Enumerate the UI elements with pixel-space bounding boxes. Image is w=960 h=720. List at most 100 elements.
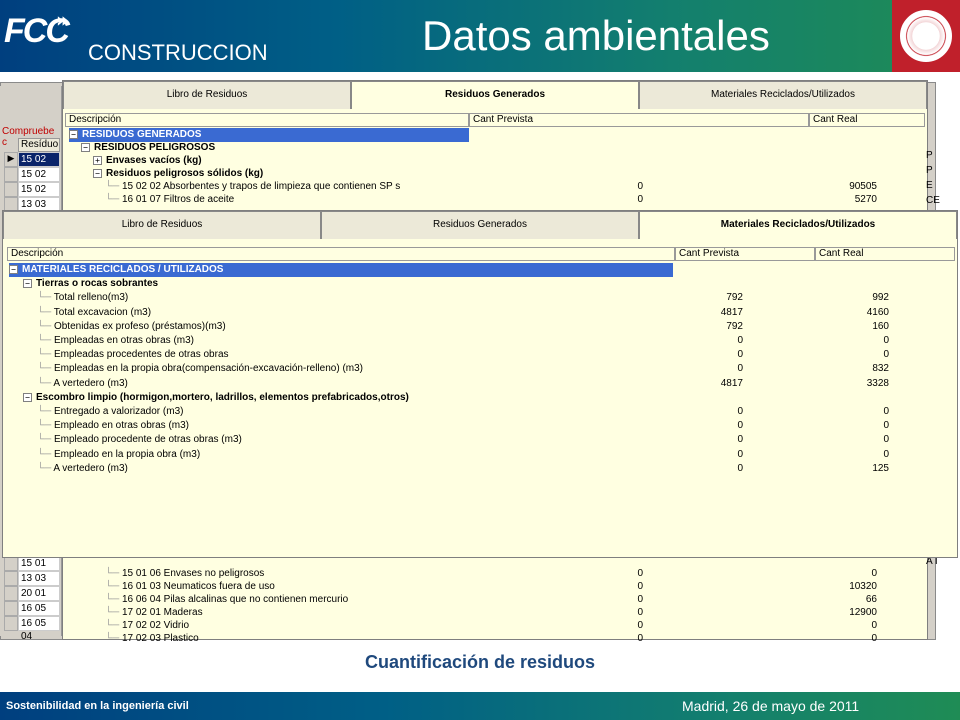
cant-prevista-value: 0 bbox=[737, 448, 743, 460]
tree-leaf-row[interactable]: └─ A vertedero (m3) bbox=[37, 462, 128, 476]
slide-caption: Cuantificación de residuos bbox=[364, 652, 596, 672]
row-header-cell[interactable] bbox=[4, 586, 18, 601]
residuo-code-cell[interactable]: 16 05 04 bbox=[18, 601, 60, 627]
residuo-code-cell[interactable]: 20 01 21 bbox=[18, 586, 60, 612]
column-header-cant-prevista[interactable]: Cant Prevista bbox=[469, 113, 809, 127]
seal-badge bbox=[892, 0, 960, 72]
tree-leaf-row[interactable]: └─ Entregado a valorizador (m3) bbox=[37, 405, 183, 419]
tree-connector-icon: └─ bbox=[37, 406, 54, 417]
cant-real-value: 0 bbox=[883, 406, 889, 417]
tab-libro-de-residuos[interactable]: Libro de Residuos bbox=[3, 211, 321, 239]
tab-residuos-generados[interactable]: Residuos Generados bbox=[321, 211, 639, 239]
cant-prevista-value: 0 bbox=[637, 194, 643, 205]
tree-connector-icon: └─ bbox=[37, 420, 54, 432]
collapse-toggle-icon[interactable]: − bbox=[9, 264, 18, 274]
tree-connector-icon: └─ bbox=[37, 320, 54, 332]
background-right-letter: E bbox=[926, 180, 933, 191]
tree-leaf-row[interactable]: └─ Empleado en otras obras (m3) bbox=[37, 419, 189, 433]
tree-connector-icon: └─ bbox=[37, 363, 54, 375]
tab-libro-de-residuos[interactable]: Libro de Residuos bbox=[63, 81, 351, 109]
residuo-code-cell[interactable]: 15 01 10 bbox=[18, 556, 60, 582]
cant-prevista-value: 0 bbox=[637, 581, 643, 592]
tree-group-node[interactable]: − Residuos peligrosos sólidos (kg) bbox=[93, 167, 263, 181]
tree-leaf-row[interactable]: └─ 17 02 03 Plastico bbox=[105, 632, 199, 646]
row-header-cell[interactable] bbox=[4, 182, 18, 197]
tree-leaf-row[interactable]: └─ 17 02 02 Vidrio bbox=[105, 619, 189, 633]
tree-leaf-row[interactable]: └─ Empleadas en la propia obra(compensac… bbox=[37, 362, 363, 376]
tree-node-label: Empleadas en otras obras (m3) bbox=[53, 335, 195, 346]
cant-prevista-value: 0 bbox=[737, 363, 743, 375]
row-header-cell[interactable] bbox=[4, 571, 18, 586]
column-header-cant-real[interactable]: Cant Real bbox=[809, 113, 925, 127]
cant-real-value: 0 bbox=[883, 349, 889, 361]
tree-root-node[interactable]: − MATERIALES RECICLADOS / UTILIZADOS bbox=[9, 263, 673, 277]
residuo-code-cell[interactable]: 15 02 02 bbox=[18, 167, 60, 193]
tree-node-label: Empleado en otras obras (m3) bbox=[53, 420, 190, 432]
collapse-toggle-icon[interactable]: − bbox=[23, 392, 32, 402]
background-column-header[interactable]: Resíduo bbox=[18, 138, 60, 152]
row-header-cell[interactable]: ▶ bbox=[4, 152, 18, 167]
tree-group-node[interactable]: − RESIDUOS PELIGROSOS bbox=[81, 141, 215, 155]
tree-leaf-row[interactable]: └─ 15 01 06 Envases no peligrosos bbox=[105, 567, 264, 581]
tree-connector-icon: └─ bbox=[105, 194, 122, 205]
cant-real-value: 992 bbox=[872, 292, 889, 304]
collapse-toggle-icon[interactable]: − bbox=[69, 129, 78, 139]
tab-residuos-generados[interactable]: Residuos Generados bbox=[351, 81, 639, 109]
tree-group-node[interactable]: − Tierras o rocas sobrantes bbox=[23, 277, 158, 291]
tree-leaf-row[interactable]: └─ Empleado procedente de otras obras (m… bbox=[37, 433, 242, 447]
tree-leaf-row[interactable]: └─ Empleado en la propia obra (m3) bbox=[37, 448, 200, 462]
residuo-code-cell[interactable]: 16 05 04 bbox=[18, 616, 60, 642]
tree-group-node[interactable]: + Envases vacíos (kg) bbox=[93, 154, 202, 168]
tree-connector-icon: └─ bbox=[37, 377, 54, 389]
tree-node-label: 16 01 07 Filtros de aceite bbox=[121, 194, 235, 205]
background-right-edge: P P E CE bbox=[926, 150, 940, 210]
slide-footer: Sostenibilidad en la ingeniería civil Ma… bbox=[0, 692, 960, 720]
tree-connector-icon: └─ bbox=[37, 448, 54, 460]
tree-connector-icon: └─ bbox=[105, 594, 122, 605]
expand-toggle-icon[interactable]: + bbox=[93, 155, 102, 165]
row-header-cell[interactable] bbox=[4, 616, 18, 631]
collapse-toggle-icon[interactable]: − bbox=[81, 142, 90, 152]
tree-node-label: Empleadas en la propia obra(compensación… bbox=[53, 363, 363, 375]
row-header-cell[interactable] bbox=[4, 601, 18, 616]
fcc-logo: FCC » CONSTRUCCION bbox=[4, 8, 268, 65]
tree-node-label: Empleadas procedentes de otras obras bbox=[53, 349, 229, 361]
tree-leaf-row[interactable]: └─ 15 02 02 Absorbentes y trapos de limp… bbox=[105, 180, 400, 194]
cant-real-value: 0 bbox=[883, 335, 889, 346]
column-header-cant-prevista[interactable]: Cant Prevista bbox=[675, 247, 815, 261]
tree-leaf-row[interactable]: └─ Total excavacion (m3) bbox=[37, 306, 151, 320]
tree-leaf-row[interactable]: └─ 17 02 01 Maderas bbox=[105, 606, 203, 620]
collapse-toggle-icon[interactable]: − bbox=[93, 168, 102, 178]
residuo-code-cell[interactable]: 15 02 02 bbox=[18, 152, 60, 178]
row-header-cell[interactable] bbox=[4, 167, 18, 182]
tree-connector-icon: └─ bbox=[37, 462, 54, 474]
cant-prevista-value: 0 bbox=[637, 568, 643, 579]
tree-leaf-row[interactable]: └─ 16 01 07 Filtros de aceite bbox=[105, 193, 234, 207]
tab-materiales-reciclados-utilizados[interactable]: Materiales Reciclados/Utilizados bbox=[639, 81, 927, 109]
cant-real-value: 12900 bbox=[849, 607, 877, 618]
tree-leaf-row[interactable]: └─ 16 06 04 Pilas alcalinas que no conti… bbox=[105, 593, 348, 607]
tree-leaf-row[interactable]: └─ Empleadas en otras obras (m3) bbox=[37, 334, 194, 348]
collapse-toggle-icon[interactable]: − bbox=[23, 279, 32, 289]
cant-prevista-value: 4817 bbox=[720, 377, 743, 389]
column-header-descripcion[interactable]: Descripción bbox=[7, 247, 675, 261]
residuo-code-cell[interactable]: 13 03 08 bbox=[18, 571, 60, 597]
tree-connector-icon: └─ bbox=[37, 292, 54, 304]
tree-group-node[interactable]: − Escombro limpio (hormigon,mortero, ladr… bbox=[23, 391, 409, 405]
column-header-descripcion[interactable]: Descripción bbox=[65, 113, 469, 127]
residuo-code-cell[interactable]: 15 02 02 bbox=[18, 182, 60, 208]
row-header-cell[interactable] bbox=[4, 556, 18, 571]
tree-leaf-row[interactable]: └─ Empleadas procedentes de otras obras bbox=[37, 348, 229, 362]
tab-bar: Libro de Residuos Residuos Generados Mater… bbox=[63, 81, 927, 109]
tab-materiales-reciclados-utilizados[interactable]: Materiales Reciclados/Utilizados bbox=[639, 211, 957, 239]
tree-root-node[interactable]: − RESIDUOS GENERADOS bbox=[69, 128, 469, 142]
tree-leaf-row[interactable]: └─ Obtenidas ex profeso (préstamos)(m3) bbox=[37, 320, 226, 334]
tree-leaf-row[interactable]: └─ 16 01 03 Neumaticos fuera de uso bbox=[105, 580, 275, 594]
tree-connector-icon: └─ bbox=[105, 181, 122, 192]
column-header-cant-real[interactable]: Cant Real bbox=[815, 247, 955, 261]
tree-leaf-row[interactable]: └─ A vertedero (m3) bbox=[37, 377, 128, 391]
cant-prevista-value: 0 bbox=[737, 420, 743, 432]
tree-node-label: Tierras o rocas sobrantes bbox=[36, 278, 159, 290]
tree-leaf-row[interactable]: └─ Total relleno(m3) bbox=[37, 291, 128, 305]
cant-prevista-value: 792 bbox=[726, 292, 743, 304]
